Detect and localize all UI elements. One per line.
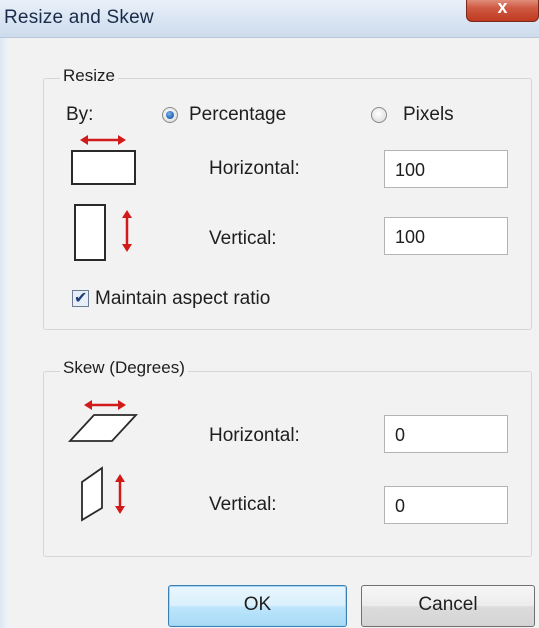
skew-horizontal-label: Horizontal:: [209, 425, 300, 446]
pixels-label[interactable]: Pixels: [403, 104, 454, 126]
close-button[interactable]: x: [466, 0, 539, 22]
skew-vertical-label: Vertical:: [209, 494, 277, 515]
resize-vertical-icon: [74, 204, 132, 261]
resize-horizontal-label: Horizontal:: [209, 158, 300, 179]
resize-vertical-label: Vertical:: [209, 228, 277, 249]
skew-horizontal-input[interactable]: 0: [384, 415, 508, 453]
resize-horizontal-input[interactable]: 100: [384, 150, 508, 188]
skew-horizontal-icon: [67, 400, 139, 442]
title-bar[interactable]: Resize and Skew x: [0, 0, 539, 38]
resize-group-label: Resize: [60, 66, 118, 86]
resize-vertical-input[interactable]: 100: [384, 217, 508, 255]
percentage-label[interactable]: Percentage: [189, 104, 286, 126]
cancel-button[interactable]: Cancel: [361, 585, 535, 627]
window-title: Resize and Skew: [4, 7, 154, 28]
resize-horizontal-icon: [71, 135, 136, 185]
skew-vertical-icon: [81, 466, 125, 522]
maintain-aspect-label[interactable]: Maintain aspect ratio: [95, 288, 270, 310]
close-icon: x: [497, 0, 508, 17]
maintain-aspect-checkbox[interactable]: [72, 288, 89, 307]
skew-group-label: Skew (Degrees): [60, 358, 188, 378]
percentage-radio[interactable]: [162, 107, 178, 123]
ok-button[interactable]: OK: [168, 585, 347, 627]
skew-vertical-input[interactable]: 0: [384, 486, 508, 524]
by-label: By:: [66, 104, 94, 125]
window-left-border: [0, 38, 8, 628]
pixels-radio[interactable]: [371, 107, 387, 123]
